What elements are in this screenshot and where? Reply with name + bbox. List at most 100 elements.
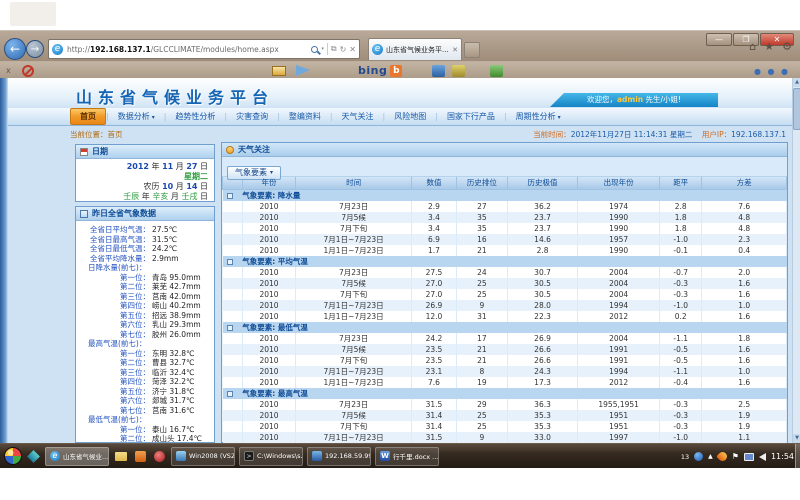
start-button[interactable] [4,447,22,465]
table-cell: 17 [457,333,508,344]
table-row[interactable]: 20107月5候27.02530.52004-0.31.6 [223,278,787,289]
explorer-folder-icon[interactable] [115,452,127,461]
table-row[interactable]: 20107月23日31.52936.31955,1951-0.32.5 [223,399,787,410]
table-cell: -1.1 [660,333,702,344]
group-expand-cell[interactable] [223,189,243,201]
group-expand-cell[interactable] [223,388,243,399]
table-cell: 2.5 [702,399,787,410]
back-button[interactable]: ← [4,38,26,60]
table-cell: 21 [457,355,508,366]
pinned-app-icon[interactable] [27,450,40,463]
home-icon[interactable]: ⌂ [749,40,756,53]
menu-item-9[interactable]: 周期性分析▾ [507,109,570,124]
group-expand-cell[interactable] [223,256,243,267]
group-header-row[interactable]: 气象要素: 降水量 [223,189,787,201]
menu-item-8[interactable]: 国家下行产品 [438,109,504,124]
toolbar-app-icon-2[interactable] [452,65,465,77]
taskbar-task-cmd[interactable]: >C:\Windows\s... [239,447,303,466]
table-row[interactable]: 20107月23日24.21726.92004-1.11.8 [223,333,787,344]
search-icon[interactable] [311,46,318,53]
action-center-flag-icon[interactable]: ⚑ [732,452,739,461]
taskbar-clock[interactable]: 11:54 [771,452,794,461]
refresh-icon[interactable]: ↻ [340,45,347,54]
toolbar-app-icon-3[interactable] [490,65,503,77]
browser-tab[interactable]: e 山东省气候业务平... ✕ [368,38,462,60]
group-expand-cell[interactable] [223,322,243,333]
table-cell: 1974 [578,201,660,212]
search-dropdown-icon[interactable]: ▾ [321,46,324,52]
table-row[interactable]: 20101月1日~7月23日1.7212.81990-0.10.4 [223,245,787,256]
table-row[interactable]: 20107月1日~7月23日23.1824.31994-1.11.0 [223,366,787,377]
compatibility-icon[interactable]: ⧉ [331,44,337,54]
table-row[interactable]: 20107月1日~7月23日31.5933.01997-1.01.1 [223,432,787,443]
taskbar-task-word[interactable]: W行千里.docx ... [375,447,439,466]
tray-shield-icon[interactable] [694,452,703,461]
forward-button[interactable]: → [26,40,44,58]
menu-item-2[interactable]: 数据分析▾ [109,109,164,124]
tab-close-icon[interactable]: ✕ [452,46,458,54]
network-icon[interactable] [744,453,754,461]
group-header-row[interactable]: 气象要素: 最高气温 [223,388,787,399]
table-cell: 7.6 [702,201,787,212]
taskbar-task-rdp[interactable]: 192.168.59.99... [307,447,371,466]
expand-checkbox-icon[interactable] [227,391,233,397]
page-scrollbar[interactable]: ▲ ▼ [792,78,800,443]
table-cell: 1990 [578,245,660,256]
scroll-down-icon[interactable]: ▼ [793,434,800,443]
expand-checkbox-icon[interactable] [227,325,233,331]
rank-value: 成山头 17.4℃ [152,434,202,443]
table-cell: 2010 [242,223,296,234]
expand-checkbox-icon[interactable] [227,259,233,265]
table-row[interactable]: 20107月1日~7月23日6.91614.61957-1.02.3 [223,234,787,245]
taskbar-task-win[interactable]: Win2008 (VS2... [171,447,235,466]
taskbar-task-ie[interactable]: e山东省气候业... [45,447,109,466]
web-page: 山东省气候业务平台 欢迎您，admin 先生/小姐! 首页|数据分析▾|趋势性分… [0,78,800,443]
menu-item-6[interactable]: 天气关注 [333,109,383,124]
tray-expand-icon[interactable]: ▲ [708,453,713,460]
show-desktop-button[interactable] [795,444,800,469]
menu-item-7[interactable]: 风险地图 [385,109,435,124]
media-player-icon[interactable] [154,451,165,462]
group-header-row[interactable]: 气象要素: 平均气温 [223,256,787,267]
table-cell: 2012 [578,377,660,388]
menu-item-3[interactable]: 趋势性分析 [166,109,224,124]
expand-checkbox-icon[interactable] [227,193,233,199]
table-row[interactable]: 20107月下旬3.43523.719901.84.8 [223,223,787,234]
volume-icon[interactable] [759,453,766,461]
table-row[interactable]: 20107月5候3.43523.719901.84.8 [223,212,787,223]
pinned-app-orange-icon[interactable] [135,451,146,462]
mail-icon[interactable] [272,66,286,76]
table-row[interactable]: 20101月1日~7月23日7.61917.32012-0.41.6 [223,377,787,388]
address-bar[interactable]: e http://192.168.137.1/GLCCLIMATE/module… [48,39,360,59]
table-row[interactable]: 20101月1日~7月23日12.03122.320120.21.6 [223,311,787,322]
group-header-row[interactable]: 气象要素: 最低气温 [223,322,787,333]
table-cell: 31.4 [411,421,456,432]
close-bar-icon[interactable]: x [6,66,11,75]
new-tab-button[interactable] [464,42,480,58]
favorites-star-icon[interactable]: ★ [764,40,774,53]
table-cell: 0.4 [702,245,787,256]
firefox-icon[interactable] [716,450,729,463]
scroll-up-icon[interactable]: ▲ [793,78,800,87]
table-row[interactable]: 20107月23日27.52430.72004-0.72.0 [223,267,787,278]
table-row[interactable]: 20107月23日2.92736.219742.87.6 [223,201,787,212]
rank-value: 乳山 29.3mm [152,320,201,330]
table-row[interactable]: 20107月5候23.52126.61991-0.51.6 [223,344,787,355]
settings-gear-icon[interactable]: ⚙ [782,40,792,53]
calendar-line: 2012 年 11 月 27 日 [76,162,208,172]
table-row[interactable]: 20107月下旬23.52126.61991-0.51.6 [223,355,787,366]
table-cell: 22.3 [507,311,578,322]
stat-value: 27.5℃ [152,225,177,235]
stop-icon[interactable]: ✕ [349,45,356,54]
table-row[interactable]: 20107月5候31.42535.31951-0.31.9 [223,410,787,421]
table-row[interactable]: 20107月下旬31.42535.31951-0.31.9 [223,421,787,432]
table-row[interactable]: 20107月下旬27.02530.52004-0.31.6 [223,289,787,300]
menu-item-4[interactable]: 灾害查询 [227,109,277,124]
menu-item-1[interactable]: 首页 [70,108,106,125]
menu-item-5[interactable]: 整编资料 [280,109,330,124]
more-options-icon[interactable]: ● ● ● [754,67,790,76]
send-icon[interactable] [296,65,310,76]
toolbar-app-icon-1[interactable] [432,65,445,77]
table-row[interactable]: 20107月1日~7月23日26.9928.01994-1.01.0 [223,300,787,311]
scrollbar-thumb[interactable] [793,88,800,130]
